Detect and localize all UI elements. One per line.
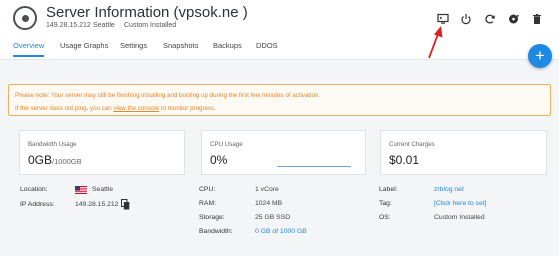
location-label: Location: [20, 186, 48, 193]
notice-line-2-prefix: If the server does not ping, you can [15, 105, 114, 112]
header-ip: 149.28.15.212 [46, 22, 91, 29]
bandwidth-usage-label: Bandwidth Usage [28, 141, 77, 148]
os-value: Custom Installed [434, 214, 485, 221]
trash-icon[interactable] [530, 12, 544, 26]
current-charges-label: Current Charges [389, 141, 435, 148]
cpu-label: CPU: [199, 186, 216, 193]
bandwidth-used: 0GB [28, 153, 53, 167]
activation-notice: Please note: Your server may still be fi… [8, 84, 551, 116]
ip-address-value: 149.28.15.212 [75, 201, 119, 208]
server-label-value[interactable]: zrblog.net [434, 186, 464, 193]
server-icon [13, 6, 37, 30]
reinstall-icon[interactable] [507, 12, 521, 26]
view-console-link[interactable]: view the console [113, 105, 159, 112]
us-flag-icon [75, 186, 87, 194]
server-label-label: Label: [379, 186, 398, 193]
storage-value: 25 GB SSD [255, 214, 291, 221]
bandwidth-usage-value: 0GB/1000GB [28, 153, 82, 167]
tab-settings[interactable]: Settings [120, 41, 147, 55]
cpu-usage-graph-line [277, 166, 351, 167]
os-label: OS: [379, 214, 391, 221]
cpu-usage-value: 0% [210, 153, 228, 167]
cpu-value: 1 vCore [255, 186, 279, 193]
page-title: Server Information (vpsok.ne ) [46, 4, 248, 21]
tab-snapshots[interactable]: Snapshots [163, 41, 198, 55]
bandwidth-total: /1000GB [52, 157, 82, 166]
tab-overview[interactable]: Overview [13, 41, 45, 57]
storage-label: Storage: [199, 214, 225, 221]
notice-line-2: If the server does not ping, you can vie… [15, 102, 544, 115]
ram-value: 1024 MB [255, 200, 283, 207]
notice-line-1: Please note: Your server may still be fi… [15, 92, 321, 99]
restart-icon[interactable] [483, 12, 497, 26]
bandwidth-usage-card: Bandwidth Usage 0GB/1000GB [19, 130, 185, 175]
location-value: Seattle [92, 186, 114, 193]
tab-usage-graphs[interactable]: Usage Graphs [60, 41, 108, 55]
bandwidth-value-link[interactable]: 0 GB of 1000 GB [255, 228, 307, 235]
bandwidth-label: Bandwidth: [199, 228, 233, 235]
console-icon[interactable] [436, 12, 450, 26]
set-tag-link[interactable]: [Click here to set] [434, 200, 487, 207]
tab-backups[interactable]: Backups [213, 41, 242, 55]
ram-label: RAM: [199, 200, 216, 207]
cpu-usage-label: CPU Usage [210, 141, 243, 148]
header-os: Custom Installed [124, 22, 177, 29]
tab-ddos[interactable]: DDOS [256, 41, 278, 55]
add-button[interactable]: + [528, 44, 552, 68]
power-icon[interactable] [459, 12, 473, 26]
copy-icon[interactable] [121, 199, 130, 210]
current-charges-card: Current Charges $0.01 [380, 130, 547, 175]
tag-label: Tag: [379, 200, 392, 207]
cpu-usage-card: CPU Usage 0% [201, 130, 366, 175]
current-charges-value: $0.01 [389, 153, 420, 167]
header-location: Seattle [93, 22, 115, 29]
notice-line-2-suffix: to monitor progress. [159, 105, 216, 112]
tab-bar: Overview Usage Graphs Settings Snapshots… [0, 40, 559, 60]
ip-address-label: IP Address: [20, 201, 55, 208]
